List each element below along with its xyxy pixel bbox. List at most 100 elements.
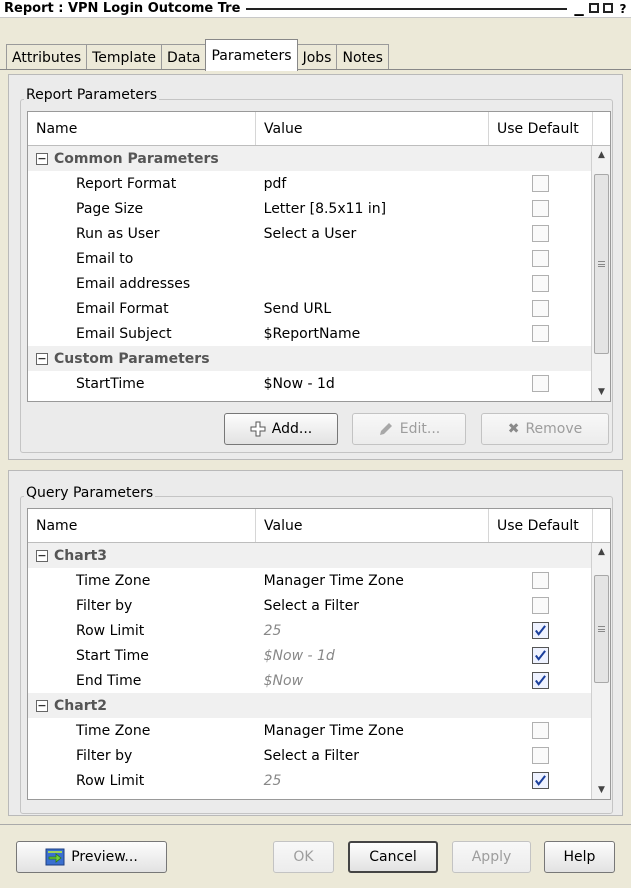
parameter-name: Email Subject — [76, 325, 172, 342]
use-default-checkbox[interactable] — [531, 275, 549, 292]
scroll-up-icon[interactable]: ▲ — [592, 146, 611, 164]
cancel-button[interactable]: Cancel — [348, 841, 438, 873]
use-default-checkbox[interactable] — [531, 747, 549, 764]
help-button[interactable]: Help — [544, 841, 615, 873]
use-default-checkbox[interactable] — [531, 647, 549, 664]
use-default-checkbox[interactable] — [531, 375, 549, 392]
table-row[interactable]: Email to — [28, 246, 592, 271]
parameter-value[interactable]: pdf — [256, 176, 489, 192]
table-row[interactable]: Time Zone Manager Time Zone — [28, 568, 592, 593]
parameter-value[interactable]: $Now - 1d — [256, 648, 489, 664]
table-row[interactable]: Row Limit 25 — [28, 768, 592, 793]
use-default-cell — [488, 622, 592, 639]
column-header-value[interactable]: Value — [256, 112, 489, 145]
column-header-name[interactable]: Name — [28, 112, 256, 145]
use-default-checkbox[interactable] — [531, 175, 549, 192]
parameter-name: Email Format — [76, 300, 169, 317]
table-row[interactable]: Page Size Letter [8.5x11 in] — [28, 196, 592, 221]
tab-template[interactable]: Template — [86, 44, 163, 70]
parameter-value[interactable]: Letter [8.5x11 in] — [256, 201, 489, 217]
table-row[interactable]: Report Format pdf — [28, 171, 592, 196]
collapse-icon[interactable]: − — [36, 352, 48, 365]
section-row[interactable]: − Chart3 — [28, 543, 592, 568]
apply-button[interactable]: Apply — [452, 841, 531, 873]
parameter-value[interactable]: 25 — [256, 623, 489, 639]
collapse-icon[interactable]: − — [36, 699, 48, 712]
column-header-name[interactable]: Name — [28, 509, 256, 542]
tab-parameters[interactable]: Parameters — [205, 39, 298, 71]
use-default-checkbox[interactable] — [531, 722, 549, 739]
table-row[interactable]: Email Subject $ReportName — [28, 321, 592, 346]
column-header-use-default[interactable]: Use Default — [489, 112, 593, 145]
tab-jobs[interactable]: Jobs — [296, 44, 338, 70]
section-title: Common Parameters — [54, 150, 219, 167]
use-default-checkbox[interactable] — [531, 572, 549, 589]
report-parameters-label: Report Parameters — [24, 87, 159, 103]
tab-bar: Attributes Template Data Parameters Jobs… — [6, 39, 389, 71]
use-default-checkbox[interactable] — [531, 325, 549, 342]
vertical-scrollbar[interactable]: ▲ ▼ — [591, 543, 610, 799]
scroll-down-icon[interactable]: ▼ — [592, 383, 611, 401]
help-icon[interactable]: ? — [617, 2, 629, 16]
table-row[interactable]: Filter by Select a Filter — [28, 593, 592, 618]
edit-button-label: Edit... — [399, 421, 441, 437]
scroll-thumb[interactable] — [594, 575, 609, 683]
use-default-checkbox[interactable] — [531, 772, 549, 789]
collapse-icon[interactable]: − — [36, 152, 48, 165]
preview-button[interactable]: Preview... — [16, 841, 167, 873]
tab-data[interactable]: Data — [161, 44, 207, 70]
table-row[interactable]: Start Time $Now - 1d — [28, 643, 592, 668]
edit-button[interactable]: Edit... — [352, 413, 466, 445]
ok-button[interactable]: OK — [273, 841, 334, 873]
table-row[interactable]: StartTime $Now - 1d — [28, 371, 592, 396]
column-header-value[interactable]: Value — [256, 509, 489, 542]
parameter-value[interactable]: 25 — [256, 773, 489, 789]
scroll-up-icon[interactable]: ▲ — [592, 543, 611, 561]
minimize-icon[interactable]: ▁ — [573, 2, 585, 16]
use-default-checkbox[interactable] — [531, 672, 549, 689]
column-header-use-default[interactable]: Use Default — [489, 509, 593, 542]
parameter-value[interactable]: $Now — [256, 673, 489, 689]
query-parameters-table[interactable]: Name Value Use Default − Chart3 Time Zone M… — [27, 508, 611, 800]
section-row[interactable]: − Custom Parameters — [28, 346, 592, 371]
window-titlebar[interactable]: Report : VPN Login Outcome Tre ▁ ? — [0, 0, 631, 18]
parameter-value[interactable]: Select a Filter — [256, 748, 489, 764]
parameter-value[interactable]: Select a Filter — [256, 598, 489, 614]
maximize-icon[interactable] — [603, 2, 613, 13]
titlebar-drag-line — [246, 7, 567, 10]
remove-button[interactable]: ✖ Remove — [481, 413, 609, 445]
use-default-checkbox[interactable] — [531, 250, 549, 267]
use-default-checkbox[interactable] — [531, 622, 549, 639]
table-row[interactable]: Filter by Select a Filter — [28, 743, 592, 768]
use-default-checkbox[interactable] — [531, 300, 549, 317]
parameter-value[interactable]: Manager Time Zone — [256, 723, 489, 739]
tab-attributes[interactable]: Attributes — [6, 44, 88, 70]
table-row[interactable]: Time Zone Manager Time Zone — [28, 718, 592, 743]
restore-icon[interactable] — [589, 2, 599, 13]
parameter-value[interactable]: $ReportName — [256, 326, 489, 342]
section-row[interactable]: − Common Parameters — [28, 146, 592, 171]
table-row[interactable]: Row Limit 25 — [28, 618, 592, 643]
use-default-checkbox[interactable] — [531, 597, 549, 614]
table-row[interactable]: Email addresses — [28, 271, 592, 296]
table-row[interactable]: Email Format Send URL — [28, 296, 592, 321]
table-row[interactable]: End Time $Now — [28, 668, 592, 693]
vertical-scrollbar[interactable]: ▲ ▼ — [591, 146, 610, 401]
scroll-down-icon[interactable]: ▼ — [592, 781, 611, 799]
use-default-checkbox[interactable] — [531, 225, 549, 242]
tab-notes[interactable]: Notes — [336, 44, 389, 70]
report-parameters-table[interactable]: Name Value Use Default − Common Parameter… — [27, 111, 611, 402]
footer-divider — [0, 824, 631, 825]
parameter-value[interactable]: Send URL — [256, 301, 489, 317]
parameter-name: Filter by — [76, 597, 133, 614]
collapse-icon[interactable]: − — [36, 549, 48, 562]
section-row[interactable]: − Chart2 — [28, 693, 592, 718]
parameter-value[interactable]: Select a User — [256, 226, 489, 242]
use-default-checkbox[interactable] — [531, 200, 549, 217]
scroll-thumb[interactable] — [594, 174, 609, 354]
table-row[interactable]: Run as User Select a User — [28, 221, 592, 246]
parameter-value[interactable]: Manager Time Zone — [256, 573, 489, 589]
use-default-cell — [488, 300, 592, 317]
add-button[interactable]: Add... — [224, 413, 338, 445]
parameter-value[interactable]: $Now - 1d — [256, 376, 489, 392]
